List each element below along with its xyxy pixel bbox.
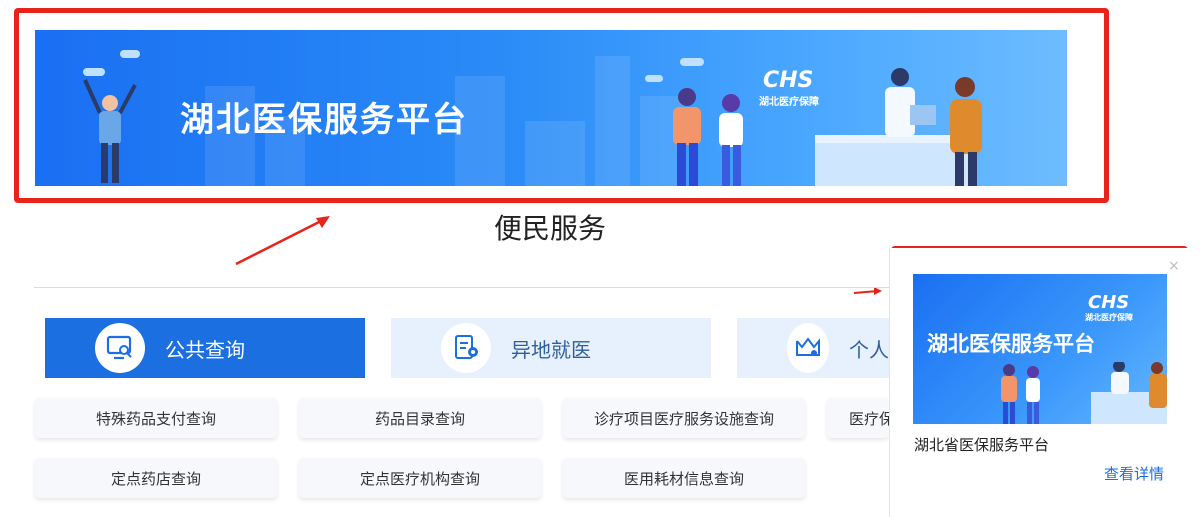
tab-label: 异地就医 bbox=[511, 337, 591, 362]
crown-person-icon bbox=[787, 323, 829, 373]
chs-logo: CHS bbox=[1088, 292, 1130, 313]
query-drug-catalog[interactable]: 药品目录查询 bbox=[299, 398, 541, 438]
tab-public-query[interactable]: 公共查询 bbox=[45, 318, 365, 378]
people-illustration bbox=[1001, 362, 1167, 424]
divider bbox=[34, 287, 889, 288]
query-special-drug-payment[interactable]: 特殊药品支付查询 bbox=[35, 398, 277, 438]
query-treatment-service-facility[interactable]: 诊疗项目医疗服务设施查询 bbox=[563, 398, 805, 438]
tab-label: 公共查询 bbox=[165, 337, 245, 362]
tab-personal[interactable]: 个人 bbox=[737, 318, 889, 378]
document-location-icon bbox=[441, 323, 491, 373]
popup-banner-title: 湖北医保服务平台 bbox=[927, 332, 1095, 356]
query-designated-medical-institution[interactable]: 定点医疗机构查询 bbox=[299, 458, 541, 498]
tab-label: 个人 bbox=[849, 337, 889, 362]
annotation-frame-banner bbox=[14, 8, 1109, 203]
chs-logo-subtitle: 湖北医疗保障 bbox=[1085, 313, 1133, 322]
view-details-link[interactable]: 查看详情 bbox=[1104, 463, 1164, 484]
query-medical-consumables[interactable]: 医用耗材信息查询 bbox=[563, 458, 805, 498]
popup-banner-image[interactable]: CHS 湖北医疗保障 湖北医保服务平台 bbox=[913, 274, 1167, 424]
query-designated-pharmacy[interactable]: 定点药店查询 bbox=[35, 458, 277, 498]
monitor-search-icon bbox=[95, 323, 145, 373]
tab-remote-medical[interactable]: 异地就医 bbox=[391, 318, 711, 378]
section-title: 便民服务 bbox=[493, 212, 606, 245]
popup-caption: 湖北省医保服务平台 bbox=[914, 436, 1050, 454]
query-medical-insurance[interactable]: 医疗保 bbox=[827, 398, 889, 438]
close-icon[interactable]: × bbox=[1168, 258, 1180, 274]
